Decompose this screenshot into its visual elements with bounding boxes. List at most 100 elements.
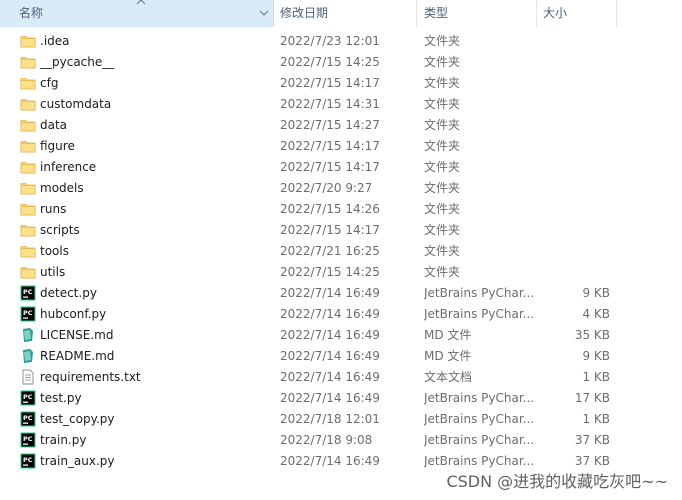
file-row[interactable]: utils 2022/7/15 14:25 文件夹 (0, 262, 682, 283)
file-date-modified: 2022/7/15 14:17 (280, 139, 380, 153)
file-name: LICENSE.md (40, 328, 114, 342)
folder-icon (20, 33, 36, 49)
file-date-modified: 2022/7/15 14:26 (280, 202, 380, 216)
file-row[interactable]: PC train.py 2022/7/18 9:08 JetBrains PyChar… (0, 430, 682, 451)
file-type: 文件夹 (424, 265, 461, 279)
file-row[interactable]: __pycache__ 2022/7/15 14:25 文件夹 (0, 52, 682, 73)
file-row[interactable]: PC detect.py 2022/7/14 16:49 JetBrains PyCh… (0, 283, 682, 304)
file-name: requirements.txt (40, 370, 141, 384)
file-size (540, 178, 610, 199)
file-size: 1 KB (582, 412, 610, 426)
file-row[interactable]: customdata 2022/7/15 14:31 文件夹 (0, 94, 682, 115)
file-type: 文件夹 (424, 139, 461, 153)
file-date-modified: 2022/7/14 16:49 (280, 349, 380, 363)
file-date-modified: 2022/7/14 16:49 (280, 307, 380, 321)
column-header-type-label: 类型 (424, 6, 449, 20)
column-header-name-label: 名称 (19, 6, 44, 20)
folder-icon (20, 222, 36, 238)
file-date-modified: 2022/7/15 14:27 (280, 118, 380, 132)
file-row[interactable]: models 2022/7/20 9:27 文件夹 (0, 178, 682, 199)
file-name: models (40, 181, 84, 195)
watermark: CSDN @进我的收藏吃灰吧~~ (446, 472, 668, 491)
file-row[interactable]: PC test.py 2022/7/14 16:49 JetBrains PyChar… (0, 388, 682, 409)
file-size: 9 KB (582, 349, 610, 363)
file-row[interactable]: inference 2022/7/15 14:17 文件夹 (0, 157, 682, 178)
file-type: 文件夹 (424, 244, 461, 258)
file-row[interactable]: PC test_copy.py 2022/7/18 12:01 JetBrains P… (0, 409, 682, 430)
file-row[interactable]: PC hubconf.py 2022/7/14 16:49 JetBrains PyC… (0, 304, 682, 325)
file-size (540, 136, 610, 157)
file-row[interactable]: scripts 2022/7/15 14:17 文件夹 (0, 220, 682, 241)
file-size (540, 115, 610, 136)
pycharm-icon: PC (20, 432, 36, 448)
column-header-size[interactable]: 大小 (537, 0, 617, 27)
file-row[interactable]: requirements.txt 2022/7/14 16:49 文本文档 1 KB (0, 367, 682, 388)
file-list: .idea 2022/7/23 12:01 文件夹 __pycache__ 2022/7… (0, 31, 682, 472)
file-type: JetBrains PyChar... (424, 412, 534, 426)
file-name: hubconf.py (40, 307, 107, 321)
file-date-modified: 2022/7/15 14:25 (280, 265, 380, 279)
folder-icon (20, 96, 36, 112)
file-size (540, 220, 610, 241)
file-size (540, 73, 610, 94)
folder-icon (20, 243, 36, 259)
pycharm-icon: PC (20, 390, 36, 406)
file-row[interactable]: data 2022/7/15 14:27 文件夹 (0, 115, 682, 136)
pycharm-icon: PC (20, 411, 36, 427)
file-date-modified: 2022/7/14 16:49 (280, 391, 380, 405)
svg-text:PC: PC (23, 288, 33, 296)
file-name: data (40, 118, 68, 132)
file-name: .idea (40, 34, 70, 48)
file-name: tools (40, 244, 69, 258)
column-header-type[interactable]: 类型 (417, 0, 537, 27)
svg-text:PC: PC (23, 456, 33, 464)
folder-icon (20, 54, 36, 70)
file-row[interactable]: tools 2022/7/21 16:25 文件夹 (0, 241, 682, 262)
svg-text:PC: PC (23, 435, 33, 443)
chevron-down-icon[interactable] (259, 9, 269, 17)
file-type: 文件夹 (424, 160, 461, 174)
file-date-modified: 2022/7/18 12:01 (280, 412, 380, 426)
column-header-name[interactable]: 名称 (0, 0, 274, 27)
file-name: detect.py (40, 286, 97, 300)
file-name: utils (40, 265, 66, 279)
file-size: 37 KB (574, 433, 610, 447)
file-name: test_copy.py (40, 412, 115, 426)
file-type: MD 文件 (424, 349, 472, 363)
file-name: customdata (40, 97, 112, 111)
file-date-modified: 2022/7/23 12:01 (280, 34, 380, 48)
file-row[interactable]: cfg 2022/7/15 14:17 文件夹 (0, 73, 682, 94)
file-size (540, 52, 610, 73)
file-size: 35 KB (574, 328, 610, 342)
folder-icon (20, 138, 36, 154)
column-header: 名称 修改日期 类型 大小 (0, 0, 682, 27)
file-row[interactable]: .idea 2022/7/23 12:01 文件夹 (0, 31, 682, 52)
folder-icon (20, 117, 36, 133)
file-type: JetBrains PyChar... (424, 307, 534, 321)
file-date-modified: 2022/7/21 16:25 (280, 244, 380, 258)
file-type: 文件夹 (424, 181, 461, 195)
file-row[interactable]: LICENSE.md 2022/7/14 16:49 MD 文件 35 KB (0, 325, 682, 346)
file-name: README.md (40, 349, 115, 363)
column-header-date[interactable]: 修改日期 (274, 0, 417, 27)
file-type: JetBrains PyChar... (424, 391, 534, 405)
file-size (540, 94, 610, 115)
file-date-modified: 2022/7/14 16:49 (280, 370, 380, 384)
file-type: JetBrains PyChar... (424, 433, 534, 447)
file-date-modified: 2022/7/15 14:17 (280, 76, 380, 90)
file-name: test.py (40, 391, 82, 405)
sort-ascending-icon (136, 0, 146, 5)
file-type: JetBrains PyChar... (424, 286, 534, 300)
file-date-modified: 2022/7/15 14:25 (280, 55, 380, 69)
file-size (540, 199, 610, 220)
file-row[interactable]: figure 2022/7/15 14:17 文件夹 (0, 136, 682, 157)
file-name: train.py (40, 433, 87, 447)
file-row[interactable]: runs 2022/7/15 14:26 文件夹 (0, 199, 682, 220)
file-date-modified: 2022/7/14 16:49 (280, 328, 380, 342)
folder-icon (20, 159, 36, 175)
file-date-modified: 2022/7/14 16:49 (280, 454, 380, 468)
file-size: 1 KB (582, 370, 610, 384)
file-row[interactable]: README.md 2022/7/14 16:49 MD 文件 9 KB (0, 346, 682, 367)
file-size: 9 KB (582, 286, 610, 300)
file-name: train_aux.py (40, 454, 115, 468)
